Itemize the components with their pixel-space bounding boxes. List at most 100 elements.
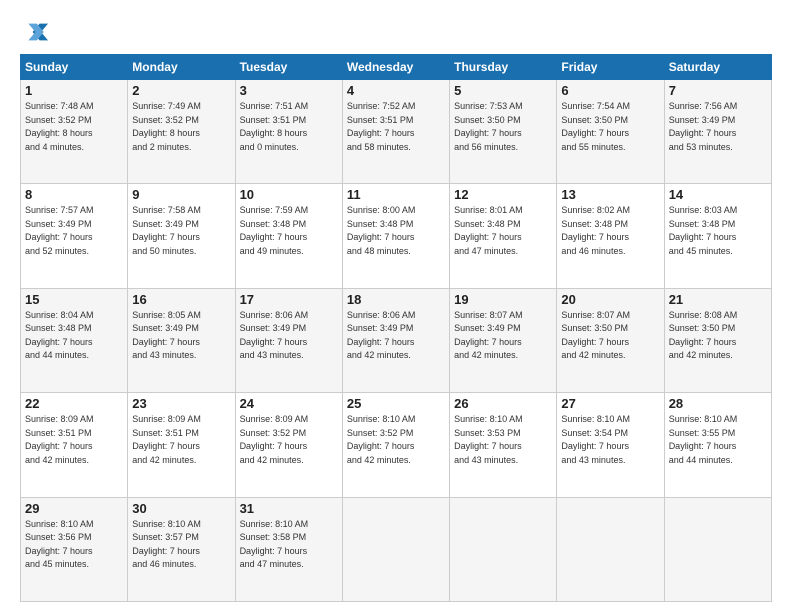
calendar-cell: 1 Sunrise: 7:48 AM Sunset: 3:52 PM Daylig… — [21, 80, 128, 184]
calendar-cell: 25 Sunrise: 8:10 AM Sunset: 3:52 PM Dayli… — [342, 393, 449, 497]
calendar-cell: 19 Sunrise: 8:07 AM Sunset: 3:49 PM Dayli… — [450, 288, 557, 392]
calendar-cell: 14 Sunrise: 8:03 AM Sunset: 3:48 PM Dayli… — [664, 184, 771, 288]
day-number: 8 — [25, 187, 123, 202]
calendar-week-3: 15Sunrise: 8:04 AM Sunset: 3:48 PM Dayli… — [21, 288, 772, 392]
day-info: Sunrise: 8:06 AM Sunset: 3:49 PM Dayligh… — [347, 309, 445, 363]
calendar-cell: 8 Sunrise: 7:57 AM Sunset: 3:49 PM Daylig… — [21, 184, 128, 288]
day-info: Sunrise: 7:49 AM Sunset: 3:52 PM Dayligh… — [132, 100, 230, 154]
header — [20, 18, 772, 46]
calendar-cell — [342, 497, 449, 601]
calendar-cell: 30 Sunrise: 8:10 AM Sunset: 3:57 PM Dayli… — [128, 497, 235, 601]
calendar-cell: 24Sunrise: 8:09 AM Sunset: 3:52 PM Dayli… — [235, 393, 342, 497]
calendar-week-5: 29 Sunrise: 8:10 AM Sunset: 3:56 PM Dayli… — [21, 497, 772, 601]
day-info: Sunrise: 8:10 AM Sunset: 3:56 PM Dayligh… — [25, 518, 123, 572]
calendar-cell: 15Sunrise: 8:04 AM Sunset: 3:48 PM Dayli… — [21, 288, 128, 392]
day-number: 27 — [561, 396, 659, 411]
day-number: 4 — [347, 83, 445, 98]
calendar-cell: 11 Sunrise: 8:00 AM Sunset: 3:48 PM Dayli… — [342, 184, 449, 288]
day-info: Sunrise: 8:09 AM Sunset: 3:52 PM Dayligh… — [240, 413, 338, 467]
calendar-cell: 5Sunrise: 7:53 AM Sunset: 3:50 PM Daylig… — [450, 80, 557, 184]
page: SundayMondayTuesdayWednesdayThursdayFrid… — [0, 0, 792, 612]
day-number: 16 — [132, 292, 230, 307]
calendar-header-tuesday: Tuesday — [235, 55, 342, 80]
day-number: 9 — [132, 187, 230, 202]
day-number: 23 — [132, 396, 230, 411]
day-info: Sunrise: 7:48 AM Sunset: 3:52 PM Dayligh… — [25, 100, 123, 154]
calendar-cell: 2 Sunrise: 7:49 AM Sunset: 3:52 PM Daylig… — [128, 80, 235, 184]
calendar-cell: 7 Sunrise: 7:56 AM Sunset: 3:49 PM Daylig… — [664, 80, 771, 184]
day-info: Sunrise: 8:10 AM Sunset: 3:52 PM Dayligh… — [347, 413, 445, 467]
calendar-cell: 16 Sunrise: 8:05 AM Sunset: 3:49 PM Dayli… — [128, 288, 235, 392]
calendar-cell: 10 Sunrise: 7:59 AM Sunset: 3:48 PM Dayli… — [235, 184, 342, 288]
day-number: 31 — [240, 501, 338, 516]
day-info: Sunrise: 8:04 AM Sunset: 3:48 PM Dayligh… — [25, 309, 123, 363]
day-number: 7 — [669, 83, 767, 98]
calendar-cell — [557, 497, 664, 601]
day-number: 29 — [25, 501, 123, 516]
day-info: Sunrise: 8:06 AM Sunset: 3:49 PM Dayligh… — [240, 309, 338, 363]
day-info: Sunrise: 8:02 AM Sunset: 3:48 PM Dayligh… — [561, 204, 659, 258]
day-info: Sunrise: 7:58 AM Sunset: 3:49 PM Dayligh… — [132, 204, 230, 258]
calendar-cell: 13 Sunrise: 8:02 AM Sunset: 3:48 PM Dayli… — [557, 184, 664, 288]
day-info: Sunrise: 7:59 AM Sunset: 3:48 PM Dayligh… — [240, 204, 338, 258]
day-info: Sunrise: 8:10 AM Sunset: 3:54 PM Dayligh… — [561, 413, 659, 467]
day-number: 25 — [347, 396, 445, 411]
calendar-cell: 28 Sunrise: 8:10 AM Sunset: 3:55 PM Dayli… — [664, 393, 771, 497]
calendar-week-2: 8 Sunrise: 7:57 AM Sunset: 3:49 PM Daylig… — [21, 184, 772, 288]
day-number: 11 — [347, 187, 445, 202]
calendar-header-saturday: Saturday — [664, 55, 771, 80]
calendar-cell: 27 Sunrise: 8:10 AM Sunset: 3:54 PM Dayli… — [557, 393, 664, 497]
day-number: 28 — [669, 396, 767, 411]
day-info: Sunrise: 8:07 AM Sunset: 3:50 PM Dayligh… — [561, 309, 659, 363]
day-info: Sunrise: 7:57 AM Sunset: 3:49 PM Dayligh… — [25, 204, 123, 258]
day-info: Sunrise: 8:01 AM Sunset: 3:48 PM Dayligh… — [454, 204, 552, 258]
calendar-cell: 20Sunrise: 8:07 AM Sunset: 3:50 PM Dayli… — [557, 288, 664, 392]
calendar-cell — [664, 497, 771, 601]
day-number: 13 — [561, 187, 659, 202]
day-number: 19 — [454, 292, 552, 307]
calendar-cell: 3Sunrise: 7:51 AM Sunset: 3:51 PM Daylig… — [235, 80, 342, 184]
day-info: Sunrise: 7:53 AM Sunset: 3:50 PM Dayligh… — [454, 100, 552, 154]
calendar-cell: 29 Sunrise: 8:10 AM Sunset: 3:56 PM Dayli… — [21, 497, 128, 601]
day-info: Sunrise: 8:10 AM Sunset: 3:57 PM Dayligh… — [132, 518, 230, 572]
day-number: 26 — [454, 396, 552, 411]
day-info: Sunrise: 8:00 AM Sunset: 3:48 PM Dayligh… — [347, 204, 445, 258]
calendar-header-row: SundayMondayTuesdayWednesdayThursdayFrid… — [21, 55, 772, 80]
calendar-week-1: 1 Sunrise: 7:48 AM Sunset: 3:52 PM Daylig… — [21, 80, 772, 184]
calendar-cell: 4Sunrise: 7:52 AM Sunset: 3:51 PM Daylig… — [342, 80, 449, 184]
calendar-cell: 22Sunrise: 8:09 AM Sunset: 3:51 PM Dayli… — [21, 393, 128, 497]
calendar-cell: 12Sunrise: 8:01 AM Sunset: 3:48 PM Dayli… — [450, 184, 557, 288]
calendar-cell — [450, 497, 557, 601]
day-info: Sunrise: 8:07 AM Sunset: 3:49 PM Dayligh… — [454, 309, 552, 363]
day-number: 6 — [561, 83, 659, 98]
calendar-header-thursday: Thursday — [450, 55, 557, 80]
day-info: Sunrise: 8:03 AM Sunset: 3:48 PM Dayligh… — [669, 204, 767, 258]
day-number: 14 — [669, 187, 767, 202]
day-number: 1 — [25, 83, 123, 98]
calendar-cell: 17 Sunrise: 8:06 AM Sunset: 3:49 PM Dayli… — [235, 288, 342, 392]
day-info: Sunrise: 8:08 AM Sunset: 3:50 PM Dayligh… — [669, 309, 767, 363]
calendar-table: SundayMondayTuesdayWednesdayThursdayFrid… — [20, 54, 772, 602]
day-number: 30 — [132, 501, 230, 516]
day-number: 21 — [669, 292, 767, 307]
day-info: Sunrise: 8:10 AM Sunset: 3:55 PM Dayligh… — [669, 413, 767, 467]
day-info: Sunrise: 8:05 AM Sunset: 3:49 PM Dayligh… — [132, 309, 230, 363]
day-info: Sunrise: 7:56 AM Sunset: 3:49 PM Dayligh… — [669, 100, 767, 154]
day-number: 17 — [240, 292, 338, 307]
calendar-header-monday: Monday — [128, 55, 235, 80]
day-info: Sunrise: 8:09 AM Sunset: 3:51 PM Dayligh… — [132, 413, 230, 467]
calendar-cell: 9 Sunrise: 7:58 AM Sunset: 3:49 PM Daylig… — [128, 184, 235, 288]
calendar-cell: 6Sunrise: 7:54 AM Sunset: 3:50 PM Daylig… — [557, 80, 664, 184]
calendar-cell: 18 Sunrise: 8:06 AM Sunset: 3:49 PM Dayli… — [342, 288, 449, 392]
day-number: 3 — [240, 83, 338, 98]
calendar-cell: 26 Sunrise: 8:10 AM Sunset: 3:53 PM Dayli… — [450, 393, 557, 497]
calendar-cell: 31 Sunrise: 8:10 AM Sunset: 3:58 PM Dayli… — [235, 497, 342, 601]
day-info: Sunrise: 8:10 AM Sunset: 3:53 PM Dayligh… — [454, 413, 552, 467]
day-number: 10 — [240, 187, 338, 202]
calendar-cell: 21 Sunrise: 8:08 AM Sunset: 3:50 PM Dayli… — [664, 288, 771, 392]
day-info: Sunrise: 8:10 AM Sunset: 3:58 PM Dayligh… — [240, 518, 338, 572]
calendar-cell: 23 Sunrise: 8:09 AM Sunset: 3:51 PM Dayli… — [128, 393, 235, 497]
day-number: 18 — [347, 292, 445, 307]
calendar-week-4: 22Sunrise: 8:09 AM Sunset: 3:51 PM Dayli… — [21, 393, 772, 497]
day-number: 2 — [132, 83, 230, 98]
